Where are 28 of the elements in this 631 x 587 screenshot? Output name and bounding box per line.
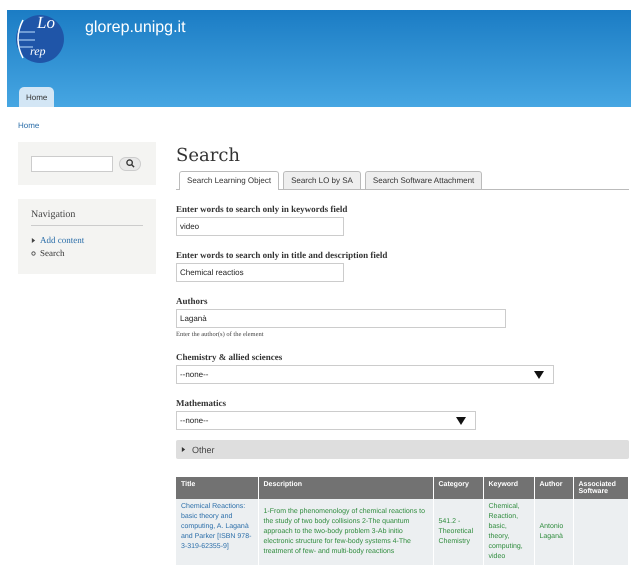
select-dropdown[interactable]: --none-- — [176, 365, 554, 384]
field-label: Enter words to search only in title and description field — [176, 250, 388, 260]
home-tab[interactable]: Home — [19, 87, 54, 107]
other-fieldset[interactable]: Other — [176, 440, 629, 459]
field-label: Mathematics — [176, 398, 227, 408]
nav-link[interactable]: Search — [40, 247, 64, 260]
globe-logo: Lo rep — [15, 14, 65, 64]
table-cell — [573, 499, 628, 565]
field-label: Enter words to search only in keywords field — [176, 204, 348, 214]
field-label: Authors — [176, 296, 209, 306]
site-name[interactable]: glorep.unipg.it — [85, 19, 186, 37]
text-input[interactable]: video — [176, 217, 344, 236]
search-field[interactable] — [31, 156, 113, 172]
search-tab[interactable]: Search Learning Object — [179, 171, 280, 190]
caret-icon — [456, 416, 466, 424]
select-dropdown[interactable]: --none-- — [176, 411, 476, 430]
search-icon — [126, 159, 134, 168]
field-label: Chemistry & allied sciences — [176, 352, 284, 362]
page-title: Search — [176, 145, 241, 166]
text-input[interactable]: Chemical reactios — [176, 263, 344, 282]
navigation-heading: Navigation — [31, 209, 143, 226]
search-button[interactable] — [119, 156, 141, 170]
breadcrumb-link[interactable]: Home — [18, 121, 40, 130]
nav-link[interactable]: Add content — [40, 234, 84, 247]
caret-icon — [534, 370, 544, 378]
text-input[interactable]: Laganà — [176, 309, 506, 328]
search-tab[interactable]: Search LO by SA — [283, 171, 361, 189]
search-tab[interactable]: Search Software Attachment — [364, 171, 482, 189]
